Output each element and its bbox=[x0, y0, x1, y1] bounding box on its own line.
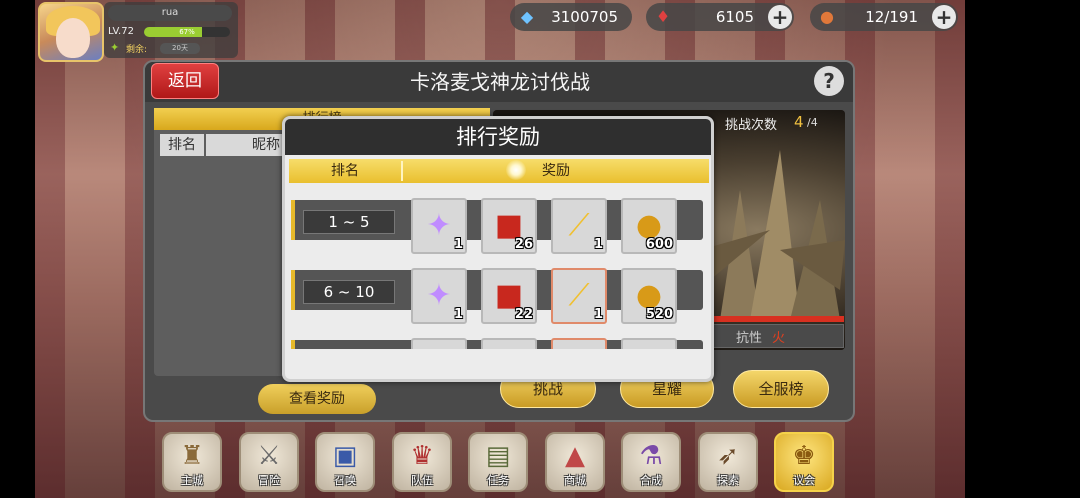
crystal-value: 3100705 bbox=[551, 8, 618, 26]
nav-explore[interactable]: ➶ 探索 bbox=[698, 432, 758, 492]
server-ranking-button[interactable]: 全服榜 bbox=[733, 370, 829, 408]
letterbox-left bbox=[0, 0, 35, 498]
leaderboard-col-rank: 排名 bbox=[160, 134, 204, 156]
remain-value: 20天 bbox=[160, 43, 200, 54]
nav-label: 主城 bbox=[181, 474, 203, 487]
nav-team[interactable]: ♛ 队伍 bbox=[392, 432, 452, 492]
item-qty: 1 bbox=[593, 307, 603, 322]
boss-hp-bar bbox=[712, 316, 844, 322]
view-reward-button[interactable]: 查看奖励 bbox=[258, 384, 376, 414]
item-qty: 26 bbox=[514, 237, 533, 252]
avatar-face bbox=[56, 18, 90, 58]
back-button[interactable]: 返回 bbox=[151, 63, 219, 99]
reward-item[interactable]: ⟋ 1 bbox=[551, 268, 607, 324]
red-treasure-chest-icon: ■ bbox=[489, 346, 529, 349]
remain-label: 剩余: bbox=[126, 45, 148, 55]
nav-main-city[interactable]: ♜ 主城 bbox=[162, 432, 222, 492]
item-qty: 1 bbox=[593, 237, 603, 252]
reward-item[interactable]: ⟋ bbox=[551, 338, 607, 349]
summon-cards-icon: ▣ bbox=[332, 441, 358, 471]
reward-row-accent bbox=[291, 270, 295, 310]
item-qty: 1 bbox=[453, 237, 463, 252]
reward-rank-range: 6 ~ 10 bbox=[303, 280, 395, 304]
nav-label: 冒险 bbox=[258, 474, 280, 487]
resource-emblem: ♦ 6105 + bbox=[646, 3, 794, 31]
reward-item[interactable]: ● 600 bbox=[621, 198, 677, 254]
item-qty: 1 bbox=[453, 307, 463, 322]
nav-shop[interactable]: ▲ 商城 bbox=[545, 432, 605, 492]
crossed-axes-icon: ⚔ bbox=[257, 441, 281, 471]
nav-label: 召唤 bbox=[334, 474, 356, 487]
dragon-spikes-art bbox=[700, 150, 845, 320]
stamina-value: 12/191 bbox=[865, 8, 918, 26]
page-title: 卡洛麦戈神龙讨伐战 bbox=[410, 70, 590, 94]
player-name: rua bbox=[108, 5, 232, 21]
shop-tent-icon: ▲ bbox=[565, 441, 585, 471]
reward-row: 1 ~ 5 ✦ 1 ■ 26 ⟋ 1 ● 600 bbox=[289, 193, 703, 254]
golden-helmet-icon: ● bbox=[629, 346, 669, 349]
nav-adventure[interactable]: ⚔ 冒险 bbox=[239, 432, 299, 492]
nav-label: 探索 bbox=[717, 474, 739, 487]
castle-icon: ♜ bbox=[180, 441, 204, 471]
reward-item[interactable]: ■ 22 bbox=[481, 268, 537, 324]
council-crown-icon: ♚ bbox=[792, 441, 816, 471]
item-qty: 600 bbox=[645, 237, 673, 252]
reward-row: ✦ ■ ⟋ ● bbox=[289, 333, 703, 349]
winged-crest-icon: ♛ bbox=[410, 441, 434, 471]
synthesis-flask-icon: ⚗ bbox=[639, 441, 663, 471]
resource-crystal: ◆ 3100705 bbox=[510, 3, 632, 31]
challenge-count-max: /4 bbox=[807, 116, 818, 129]
item-qty: 22 bbox=[514, 307, 533, 322]
nav-council[interactable]: ♚ 议会 bbox=[774, 432, 834, 492]
reward-rank-range: 1 ~ 5 bbox=[303, 210, 395, 234]
popup-col-rank: 排名 bbox=[331, 163, 359, 179]
nav-label: 商城 bbox=[564, 474, 586, 487]
reward-item[interactable]: ✦ bbox=[411, 338, 467, 349]
wing-emblem-icon: ♦ bbox=[655, 7, 671, 26]
reward-list[interactable]: 1 ~ 5 ✦ 1 ■ 26 ⟋ 1 ● 600 6 ~ 10 ✦ 1 ■ 22 ⟋ 1 ● 5… bbox=[289, 185, 709, 349]
emblem-value: 6105 bbox=[715, 8, 754, 26]
leaf-icon: ✦ bbox=[110, 41, 120, 54]
crystal-icon: ◆ bbox=[520, 7, 534, 26]
nav-label: 任务 bbox=[487, 474, 509, 487]
popup-title: 排行奖励 bbox=[456, 125, 540, 149]
nav-label: 队伍 bbox=[411, 474, 433, 487]
reward-row: 6 ~ 10 ✦ 1 ■ 22 ⟋ 1 ● 520 bbox=[289, 263, 703, 324]
emblem-add-button[interactable]: + bbox=[768, 5, 792, 29]
reward-row-accent bbox=[291, 200, 295, 240]
bow-explore-icon: ➶ bbox=[717, 441, 739, 471]
sparkle-icon bbox=[506, 160, 526, 180]
reward-item[interactable]: ● 520 bbox=[621, 268, 677, 324]
player-level: LV.72 bbox=[108, 26, 134, 37]
reward-row-accent bbox=[291, 340, 295, 349]
potion-vial-icon: ⟋ bbox=[559, 346, 599, 349]
nav-label: 合成 bbox=[640, 474, 662, 487]
resist-label: 抗性 bbox=[736, 331, 763, 346]
reward-item[interactable]: ⟋ 1 bbox=[551, 198, 607, 254]
challenge-count-label: 挑战次数 bbox=[725, 118, 778, 133]
nav-synthesis[interactable]: ⚗ 合成 bbox=[621, 432, 681, 492]
stamina-add-button[interactable]: + bbox=[932, 5, 956, 29]
resist-value: 火 bbox=[772, 331, 786, 346]
player-avatar[interactable] bbox=[38, 2, 104, 62]
challenge-count-value: 4 bbox=[794, 113, 804, 131]
stamina-bread-icon: ● bbox=[820, 7, 834, 26]
nav-quest[interactable]: ▤ 任务 bbox=[468, 432, 528, 492]
nav-label: 议会 bbox=[793, 474, 815, 487]
resource-stamina: ● 12/191 + bbox=[810, 3, 958, 31]
popup-col-reward: 奖励 bbox=[542, 163, 570, 179]
rainbow-star-icon: ✦ bbox=[419, 346, 459, 349]
help-button[interactable]: ? bbox=[814, 66, 844, 96]
xp-percent: 67% bbox=[179, 28, 195, 36]
reward-item[interactable]: ■ 26 bbox=[481, 198, 537, 254]
letterbox-right bbox=[965, 0, 1080, 498]
item-qty: 520 bbox=[645, 307, 673, 322]
reward-item[interactable]: ■ bbox=[481, 338, 537, 349]
reward-item[interactable]: ● bbox=[621, 338, 677, 349]
reward-item[interactable]: ✦ 1 bbox=[411, 268, 467, 324]
nav-summon[interactable]: ▣ 召唤 bbox=[315, 432, 375, 492]
reward-item[interactable]: ✦ 1 bbox=[411, 198, 467, 254]
quest-scroll-icon: ▤ bbox=[485, 441, 511, 471]
game-screen: rua LV.72 67% ✦ 剩余: 20天 ◆ 3100705 ♦ 6105… bbox=[0, 0, 1080, 498]
